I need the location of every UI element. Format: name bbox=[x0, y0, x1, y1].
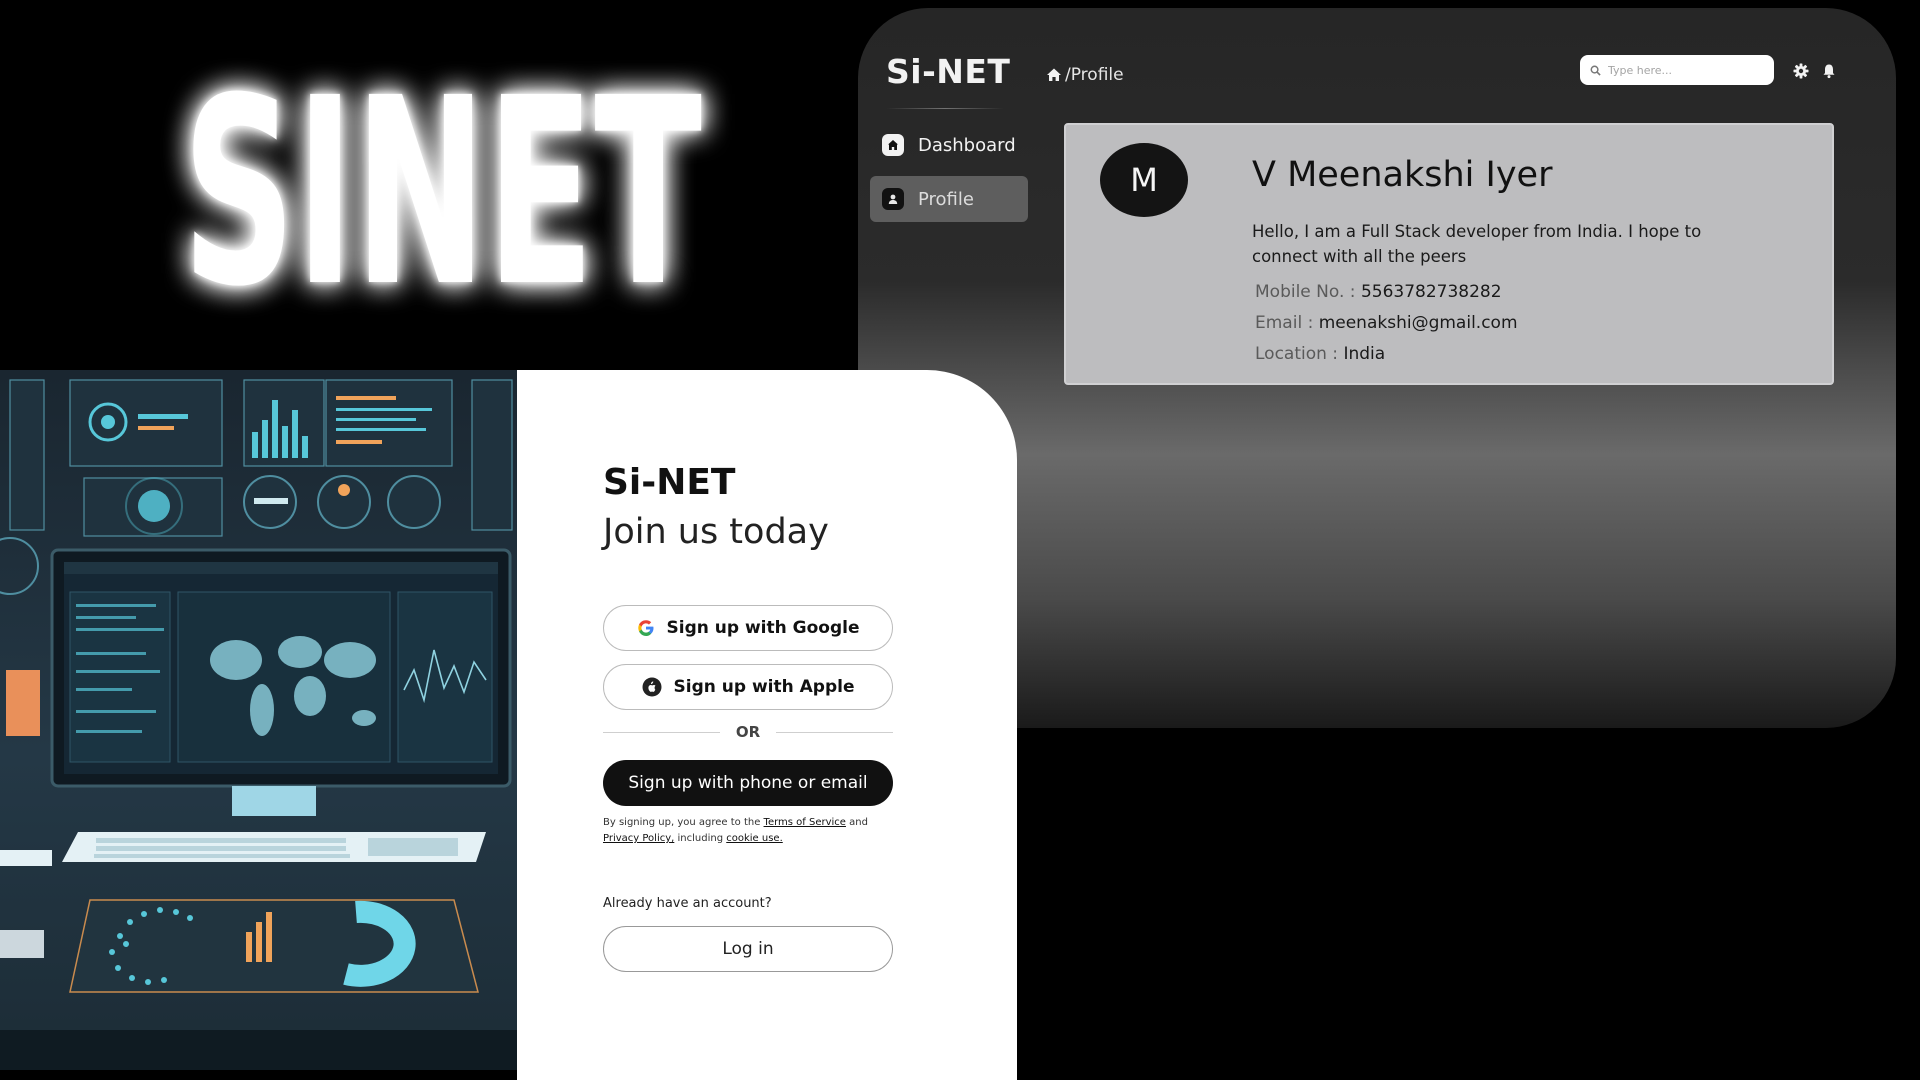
profile-card: M V Meenakshi Iyer Hello, I am a Full St… bbox=[1064, 123, 1834, 385]
sinet-logo-text: SINET bbox=[182, 43, 703, 343]
dashboard-brand: Si-NET bbox=[886, 52, 1011, 91]
or-line-left bbox=[603, 731, 720, 733]
mobile-label: Mobile No. : bbox=[1255, 282, 1356, 302]
have-account-text: Already have an account? bbox=[603, 896, 772, 911]
terms-prefix: By signing up, you agree to the bbox=[603, 817, 761, 828]
gear-icon[interactable] bbox=[1792, 62, 1810, 80]
or-line-right bbox=[776, 731, 893, 733]
breadcrumb-current: /Profile bbox=[1065, 65, 1124, 85]
sinet-logo-svg: SINET bbox=[182, 43, 703, 343]
or-label: OR bbox=[735, 723, 761, 741]
signup-panel: Si-NET Join us today Sign up with Google… bbox=[517, 370, 1017, 1080]
login-button[interactable]: Log in bbox=[603, 926, 893, 972]
or-divider: OR bbox=[603, 722, 893, 742]
profile-mobile-row: Mobile No. : 5563782738282 bbox=[1255, 282, 1502, 302]
sidebar-item-label: Profile bbox=[918, 188, 974, 210]
terms-of-service-link[interactable]: Terms of Service bbox=[764, 817, 846, 828]
brand-divider bbox=[886, 108, 1004, 109]
user-icon bbox=[882, 188, 904, 210]
location-value: India bbox=[1343, 344, 1386, 364]
profile-bio: Hello, I am a Full Stack developer from … bbox=[1252, 222, 1702, 266]
mobile-value: 5563782738282 bbox=[1360, 282, 1502, 302]
terms-including: including bbox=[677, 833, 724, 844]
sinet-glow-logo: SINET bbox=[172, 40, 712, 343]
breadcrumb: /Profile bbox=[1046, 65, 1124, 85]
search-icon bbox=[1590, 65, 1601, 76]
phone-email-signup-label: Sign up with phone or email bbox=[628, 773, 868, 793]
terms-and: and bbox=[849, 817, 868, 828]
profile-email-row: Email : meenakshi@gmail.com bbox=[1255, 313, 1518, 333]
email-label: Email : bbox=[1255, 313, 1314, 333]
apple-signup-button[interactable]: Sign up with Apple bbox=[603, 664, 893, 710]
google-icon bbox=[637, 620, 654, 636]
bell-icon[interactable] bbox=[1820, 62, 1838, 80]
login-label: Log in bbox=[722, 939, 774, 959]
tech-illustration bbox=[0, 370, 517, 1070]
sidebar-item-label: Dashboard bbox=[918, 134, 1016, 156]
sidebar-item-profile[interactable]: Profile bbox=[870, 176, 1028, 222]
signup-title: Join us today bbox=[603, 512, 829, 552]
google-signup-button[interactable]: Sign up with Google bbox=[603, 605, 893, 651]
google-signup-label: Sign up with Google bbox=[666, 618, 860, 638]
signup-brand: Si-NET bbox=[603, 462, 736, 503]
home-icon[interactable] bbox=[1046, 67, 1062, 83]
cookie-use-link[interactable]: cookie use. bbox=[726, 833, 783, 844]
search-box[interactable] bbox=[1580, 55, 1774, 85]
terms-text: By signing up, you agree to the Terms of… bbox=[603, 815, 903, 847]
illustration-svg bbox=[0, 370, 517, 1070]
apple-signup-label: Sign up with Apple bbox=[673, 677, 855, 697]
location-label: Location : bbox=[1255, 344, 1339, 364]
phone-email-signup-button[interactable]: Sign up with phone or email bbox=[603, 760, 893, 806]
email-value: meenakshi@gmail.com bbox=[1318, 313, 1518, 333]
dashboard-icon bbox=[882, 134, 904, 156]
profile-location-row: Location : India bbox=[1255, 344, 1385, 364]
apple-icon bbox=[642, 677, 661, 697]
avatar: M bbox=[1100, 143, 1188, 217]
profile-name: V Meenakshi Iyer bbox=[1252, 155, 1553, 195]
privacy-policy-link[interactable]: Privacy Policy, bbox=[603, 833, 674, 844]
search-input[interactable] bbox=[1608, 63, 1758, 77]
sidebar-item-dashboard[interactable]: Dashboard bbox=[870, 122, 1028, 168]
